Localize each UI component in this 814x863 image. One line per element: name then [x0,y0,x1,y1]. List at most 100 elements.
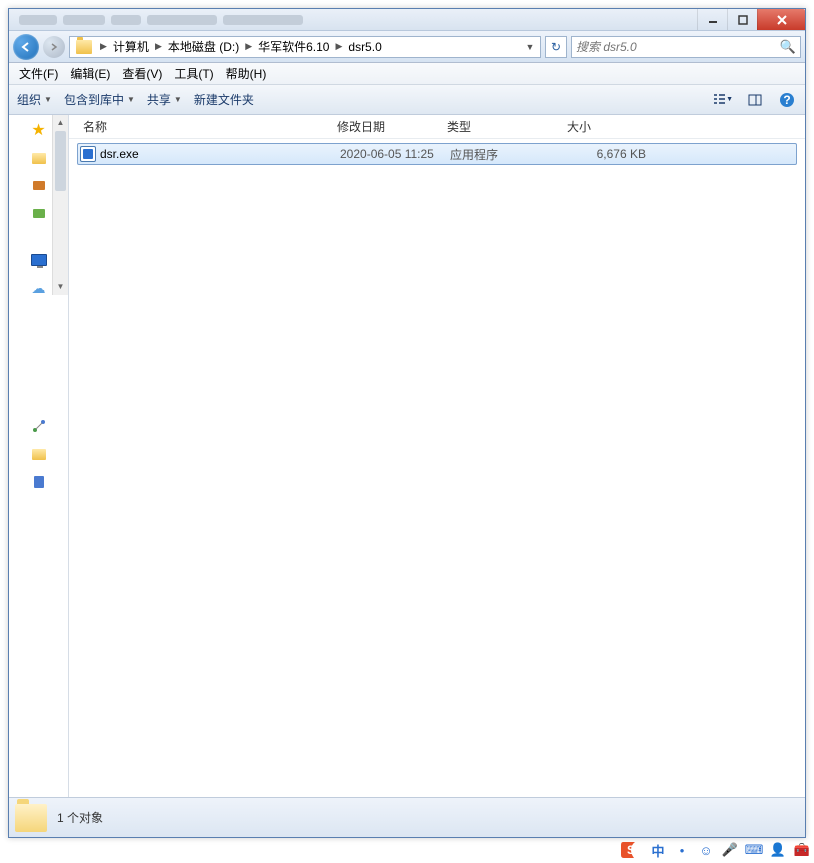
newfolder-label: 新建文件夹 [194,91,254,108]
column-name-label: 名称 [83,120,107,134]
file-list[interactable]: dsr.exe 2020-06-05 11:25 应用程序 6,676 KB [69,139,805,797]
back-button[interactable] [13,34,39,60]
preview-pane-button[interactable] [745,90,765,110]
scroll-up-icon[interactable]: ▲ [53,115,68,131]
statusbar: 1 个对象 [9,797,805,837]
sidebar-item[interactable] [30,445,48,463]
dropdown-arrow-icon: ▼ [726,96,733,103]
system-tray: S 中 •꛼ ☺ 🎤 ⌨ 👤 🧰 [620,839,810,861]
address-bar[interactable]: ▶ 计算机 ▶ 本地磁盘 (D:) ▶ 华军软件6.10 ▶ dsr5.0 ▼ [69,36,541,58]
menu-view[interactable]: 查看(V) [116,63,168,84]
menu-file[interactable]: 文件(F) [13,63,64,84]
folder-large-icon [15,804,47,832]
column-name[interactable]: 名称 [77,118,331,135]
minimize-button[interactable] [697,9,727,30]
organize-label: 组织 [17,91,41,108]
favorites-icon[interactable]: ★ [30,121,48,139]
ime-keyboard-icon[interactable]: ⌨ [746,842,762,858]
computer-icon[interactable] [30,251,48,269]
refresh-icon: ↻ [551,40,561,54]
menubar: 文件(F) 编辑(E) 查看(V) 工具(T) 帮助(H) [9,63,805,85]
navigation-pane[interactable]: ★ ☁ ▲ ▼ [9,115,69,797]
breadcrumb-drive[interactable]: 本地磁盘 (D:) [166,38,241,55]
include-button[interactable]: 包含到库中▼ [64,91,135,108]
ime-punct-icon[interactable]: •꛼ [674,842,690,858]
ime-face-icon[interactable]: ☺ [698,842,714,858]
breadcrumb-separator-icon[interactable]: ▶ [241,41,256,52]
file-date: 2020-06-05 11:25 [340,147,450,161]
sidebar-scrollbar[interactable]: ▲ ▼ [52,115,68,295]
refresh-button[interactable]: ↻ [545,36,567,58]
menu-edit[interactable]: 编辑(E) [64,63,116,84]
include-label: 包含到库中 [64,91,124,108]
title-blur [19,15,57,25]
breadcrumb-folder2[interactable]: dsr5.0 [346,40,383,54]
newfolder-button[interactable]: 新建文件夹 [194,91,254,108]
breadcrumb-separator-icon[interactable]: ▶ [151,41,166,52]
share-label: 共享 [147,91,171,108]
breadcrumb-folder1[interactable]: 华军软件6.10 [256,38,331,55]
scroll-down-icon[interactable]: ▼ [53,279,68,295]
ime-toolbox-icon[interactable]: 🧰 [794,842,810,858]
explorer-window: ▶ 计算机 ▶ 本地磁盘 (D:) ▶ 华军软件6.10 ▶ dsr5.0 ▼ … [8,8,806,838]
back-arrow-icon [20,41,32,53]
dropdown-arrow-icon: ▼ [44,95,52,104]
breadcrumb-computer[interactable]: 计算机 [111,38,151,55]
ime-lang-icon[interactable]: 中 [650,842,666,858]
toolbar: 组织▼ 包含到库中▼ 共享▼ 新建文件夹 ▼ ? [9,85,805,115]
ime-user-icon[interactable]: 👤 [770,842,786,858]
body: ★ ☁ ▲ ▼ 名称 修改日期 [9,115,805,797]
menu-help[interactable]: 帮助(H) [220,63,273,84]
title-blur [223,15,303,25]
title-blur [63,15,105,25]
dropdown-arrow-icon: ▼ [127,95,135,104]
title-area [9,9,697,30]
address-dropdown-icon[interactable]: ▼ [522,42,538,52]
file-name: dsr.exe [100,147,340,161]
sogou-ime-icon[interactable]: S [620,839,642,861]
search-box[interactable]: 🔍 [571,36,801,58]
cloud-icon[interactable]: ☁ [30,279,48,297]
pane-icon [748,93,762,107]
scroll-thumb[interactable] [55,131,66,191]
menu-tools[interactable]: 工具(T) [168,63,219,84]
forward-button[interactable] [43,36,65,58]
titlebar[interactable] [9,9,805,31]
folder-icon [76,40,92,54]
breadcrumb-separator-icon[interactable]: ▶ [331,41,346,52]
column-size[interactable]: 大小 [561,118,641,135]
breadcrumb-separator-icon[interactable]: ▶ [96,41,111,52]
column-type[interactable]: 类型 [441,118,561,135]
maximize-icon [738,15,748,25]
title-blur [147,15,217,25]
svg-text:S: S [627,843,635,857]
ime-mic-icon[interactable]: 🎤 [722,842,738,858]
file-type: 应用程序 [450,146,570,163]
sidebar-item[interactable] [30,177,48,195]
sidebar-item[interactable] [30,205,48,223]
title-blur [111,15,141,25]
view-mode-button[interactable]: ▼ [713,90,733,110]
svg-text:?: ? [783,93,790,107]
minimize-icon [708,15,718,25]
sidebar-item[interactable] [30,473,48,491]
help-button[interactable]: ? [777,90,797,110]
dropdown-arrow-icon: ▼ [174,95,182,104]
column-headers: 名称 修改日期 类型 大小 [69,115,805,139]
file-size: 6,676 KB [570,147,646,161]
file-row[interactable]: dsr.exe 2020-06-05 11:25 应用程序 6,676 KB [77,143,797,165]
view-icon [713,93,725,107]
search-icon[interactable]: 🔍 [780,39,796,55]
search-input[interactable] [576,40,780,54]
close-icon [776,14,788,26]
sidebar-item[interactable] [30,149,48,167]
file-list-pane: 名称 修改日期 类型 大小 dsr.exe 2020-06-05 11:25 应… [69,115,805,797]
network-icon[interactable] [30,417,48,435]
share-button[interactable]: 共享▼ [147,91,182,108]
maximize-button[interactable] [727,9,757,30]
column-date[interactable]: 修改日期 [331,118,441,135]
close-button[interactable] [757,9,805,30]
organize-button[interactable]: 组织▼ [17,91,52,108]
help-icon: ? [779,92,795,108]
navbar: ▶ 计算机 ▶ 本地磁盘 (D:) ▶ 华军软件6.10 ▶ dsr5.0 ▼ … [9,31,805,63]
